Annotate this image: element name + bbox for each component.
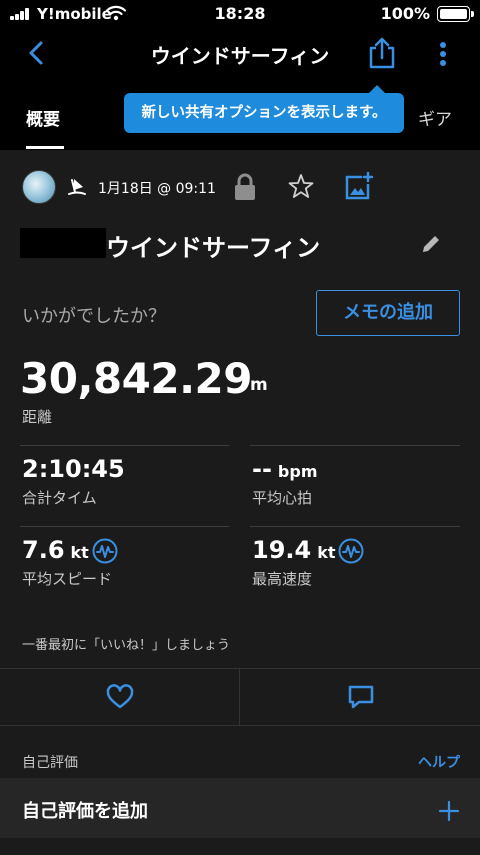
- distance-unit: m: [250, 375, 268, 395]
- avg-speed-value: 7.6 kt: [22, 536, 89, 564]
- redacted-name: [20, 228, 106, 258]
- distance-label: 距離: [22, 408, 53, 426]
- lock-icon[interactable]: [233, 172, 257, 202]
- nav-title: ウインドサーフィン: [150, 44, 330, 68]
- avg-speed-unit: kt: [70, 543, 89, 562]
- activity-date: 1月18日 @ 09:11: [98, 181, 216, 197]
- star-icon[interactable]: [288, 173, 314, 199]
- speed-chart-icon[interactable]: [338, 538, 364, 564]
- comment-icon[interactable]: [347, 684, 375, 710]
- add-memo-button[interactable]: メモの追加: [316, 290, 460, 336]
- share-icon[interactable]: [367, 36, 397, 70]
- battery-percent: 100%: [380, 4, 430, 23]
- speed-chart-icon[interactable]: [92, 538, 118, 564]
- avatar[interactable]: [22, 170, 56, 204]
- avg-hr-label: 平均心拍: [252, 489, 313, 507]
- tab-active-indicator: [26, 146, 64, 149]
- edit-pencil-icon[interactable]: [420, 233, 442, 255]
- max-speed-label: 最高速度: [252, 570, 313, 588]
- distance-value: 30,842.29: [20, 354, 252, 403]
- divider: [250, 445, 460, 446]
- heart-icon[interactable]: [106, 684, 134, 710]
- share-tooltip[interactable]: 新しい共有オプションを表示します。: [124, 85, 404, 133]
- divider: [20, 445, 229, 446]
- plus-icon[interactable]: [438, 800, 460, 822]
- activity-title[interactable]: ウインドサーフィン: [106, 228, 320, 263]
- tab-gear[interactable]: ギア: [418, 105, 452, 130]
- divider: [250, 526, 460, 527]
- battery-icon: [437, 6, 474, 22]
- windsurf-activity-icon: [68, 179, 86, 195]
- like-prompt: 一番最初に「いいね！」しましょう: [22, 638, 231, 653]
- avg-speed-label: 平均スピード: [22, 570, 113, 588]
- avg-hr-value: -- bpm: [252, 455, 318, 483]
- tab-overview[interactable]: 概要: [26, 105, 60, 130]
- total-time-value: 2:10:45: [22, 455, 125, 483]
- divider: [239, 668, 240, 726]
- divider: [20, 526, 229, 527]
- feel-prompt: いかがでしたか？: [22, 306, 166, 327]
- max-speed-value: 19.4 kt: [252, 536, 336, 564]
- help-link[interactable]: ヘルプ: [418, 752, 460, 772]
- more-vertical-icon[interactable]: [433, 40, 453, 70]
- social-action-bar: [0, 668, 480, 726]
- max-speed-unit: kt: [317, 543, 336, 562]
- add-photo-icon[interactable]: [344, 171, 374, 201]
- self-eval-section-title: 自己評価: [22, 755, 78, 771]
- total-time-label: 合計タイム: [22, 489, 97, 507]
- avg-hr-unit: bpm: [277, 462, 318, 481]
- status-bar: Y!mobile 18:28 100%: [0, 0, 480, 28]
- add-self-eval-label[interactable]: 自己評価を追加: [22, 797, 148, 823]
